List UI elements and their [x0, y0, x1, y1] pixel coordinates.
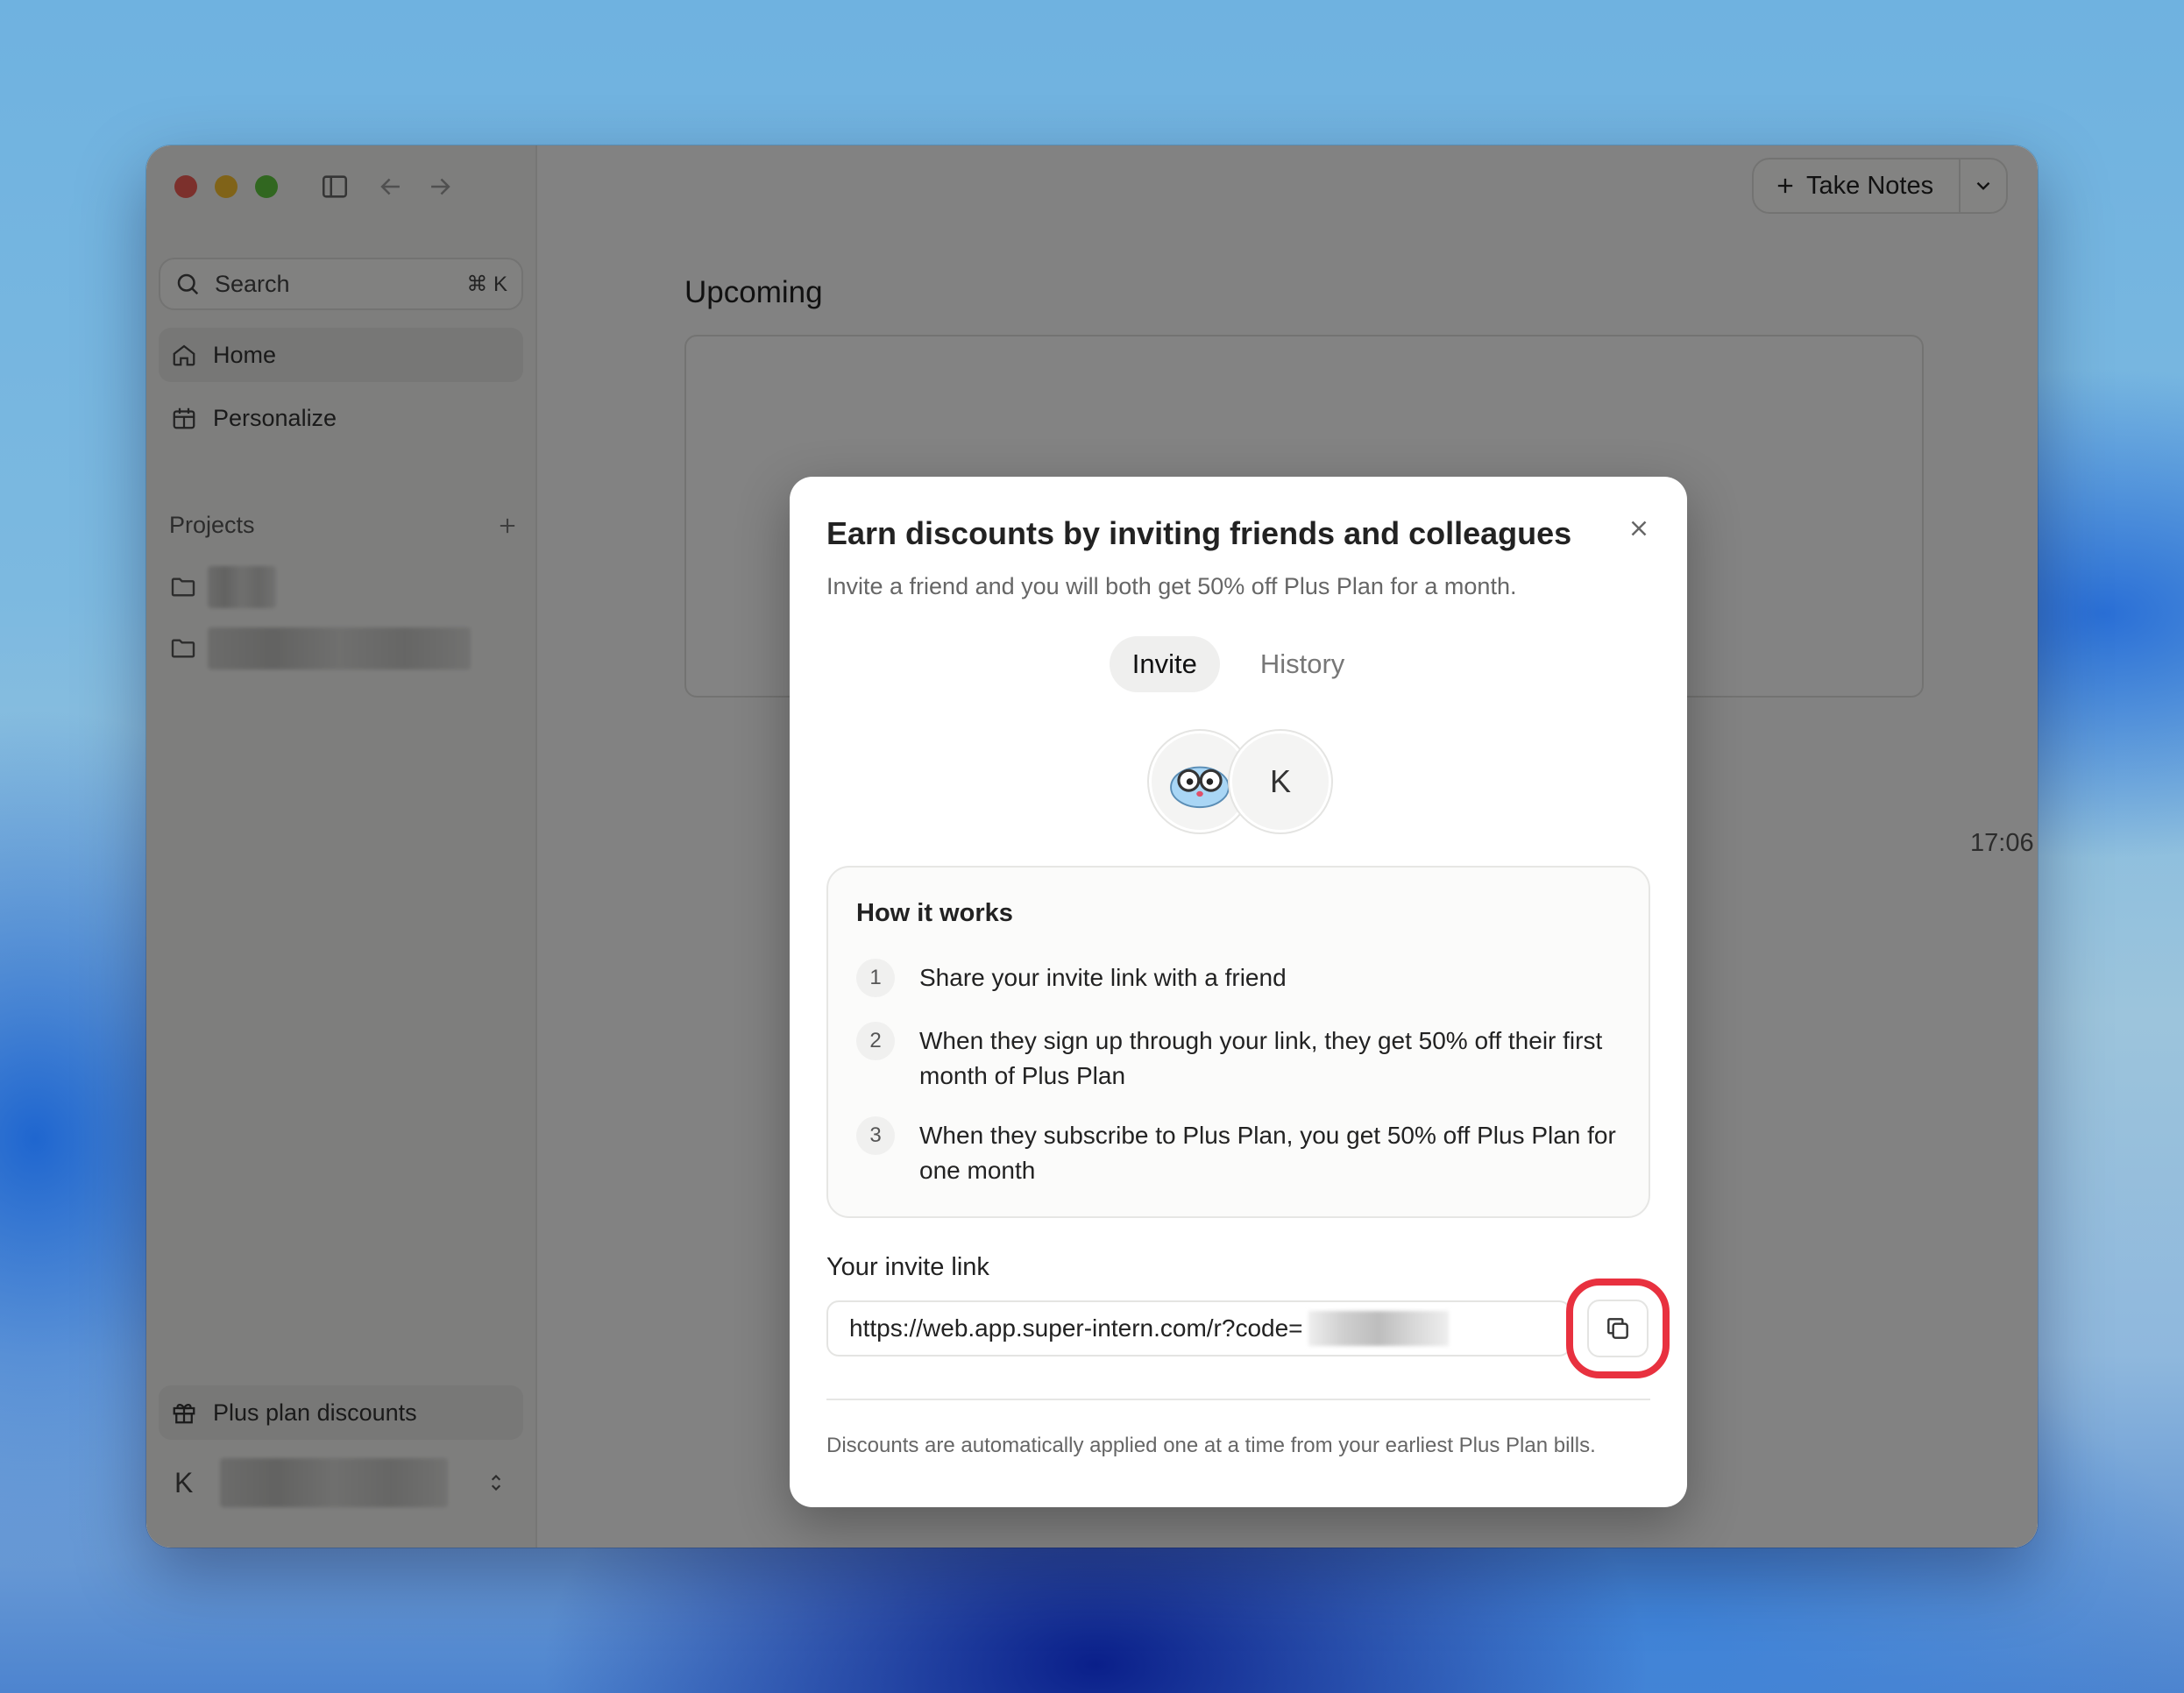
invite-modal: Earn discounts by inviting friends and c… [790, 477, 1687, 1507]
how-it-works-title: How it works [856, 899, 1013, 927]
step-text: Share your invite link with a friend [919, 964, 1287, 991]
how-it-works-card: How it works 1 Share your invite link wi… [826, 866, 1650, 1218]
divider [826, 1399, 1650, 1400]
step-number: 1 [856, 959, 895, 997]
discount-footnote: Discounts are automatically applied one … [826, 1434, 1596, 1457]
close-icon[interactable] [1626, 515, 1652, 542]
redacted-invite-code [1308, 1311, 1449, 1346]
modal-title: Earn discounts by inviting friends and c… [826, 515, 1572, 551]
app-window: Search ⌘ K Home Personalize Projects Plu… [146, 145, 2038, 1548]
invite-link-field[interactable]: https://web.app.super-intern.com/r?code= [826, 1300, 1571, 1357]
step-item: 1 Share your invite link with a friend [856, 959, 1638, 997]
user-avatar: K [1230, 731, 1331, 832]
step-text: When they sign up through your link, the… [919, 1027, 1603, 1089]
modal-tabs: Invite History [790, 636, 1687, 692]
copy-icon [1607, 1318, 1628, 1339]
invite-link-value: https://web.app.super-intern.com/r?code= [849, 1314, 1303, 1342]
modal-subtitle: Invite a friend and you will both get 50… [826, 573, 1517, 599]
step-number: 3 [856, 1116, 895, 1155]
avatar-pair: K [1149, 731, 1331, 832]
step-item: 3 When they subscribe to Plus Plan, you … [856, 1116, 1638, 1188]
tab-invite[interactable]: Invite [1109, 636, 1220, 692]
step-item: 2 When they sign up through your link, t… [856, 1022, 1638, 1094]
copy-link-button[interactable] [1566, 1279, 1670, 1378]
mascot-icon [1170, 766, 1230, 809]
step-text: When they subscribe to Plus Plan, you ge… [919, 1122, 1616, 1184]
tab-history[interactable]: History [1237, 636, 1367, 692]
step-number: 2 [856, 1022, 895, 1060]
invite-link-label: Your invite link [826, 1253, 989, 1281]
